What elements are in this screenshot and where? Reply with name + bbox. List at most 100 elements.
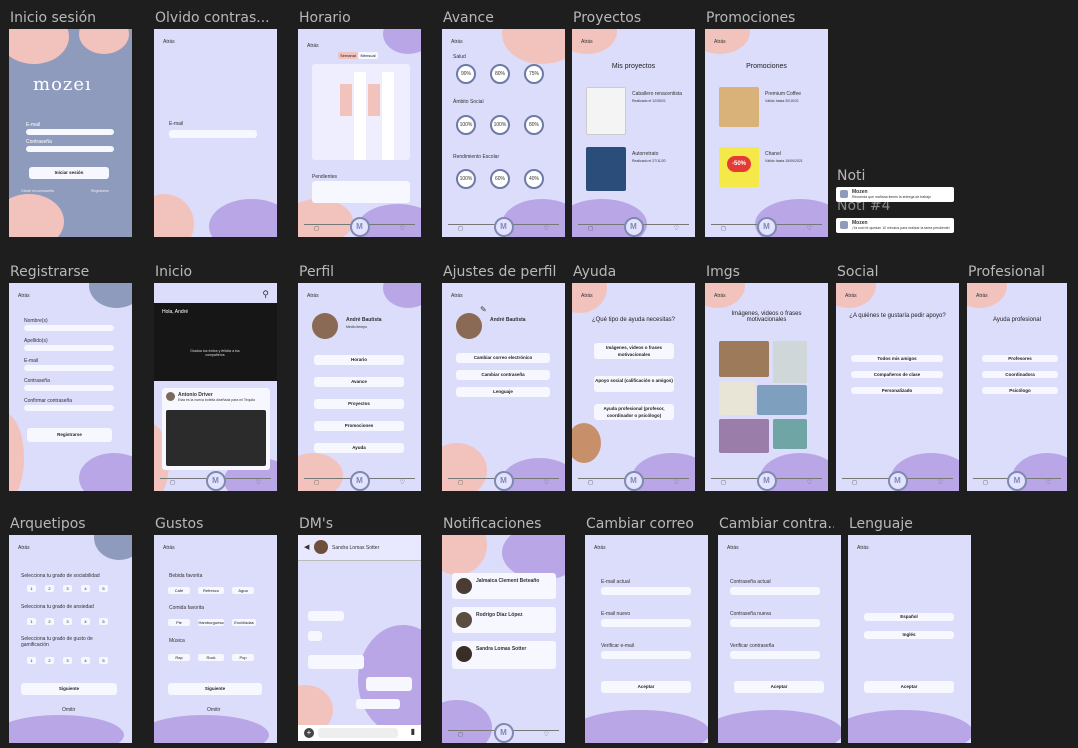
food-option[interactable]: Hamburguesa [198, 619, 224, 626]
psychologist-button[interactable]: Psicólogo [982, 387, 1058, 394]
gallery-image[interactable] [757, 385, 807, 415]
gallery-image[interactable] [773, 419, 807, 449]
rating-option[interactable]: 4 [81, 618, 90, 625]
accept-button[interactable]: Aceptar [734, 681, 824, 693]
register-button[interactable]: Registrarse [27, 428, 112, 442]
login-button[interactable]: Iniciar sesión [29, 167, 109, 179]
password-field[interactable] [24, 385, 114, 391]
rating-option[interactable]: 3 [63, 657, 72, 664]
rating-option[interactable]: 2 [45, 585, 54, 592]
back-link[interactable]: Atrás [307, 43, 319, 49]
new-email-field[interactable] [601, 619, 691, 627]
home-icon[interactable]: M [756, 471, 777, 491]
home-icon[interactable]: M [349, 471, 370, 491]
gallery-image[interactable] [773, 341, 807, 383]
tab-mensual[interactable]: Mensual [358, 52, 378, 59]
name-field[interactable] [24, 325, 114, 331]
classmates-button[interactable]: Compañeros de clase [851, 371, 943, 378]
email-field[interactable] [169, 130, 257, 138]
music-option[interactable]: Rap [168, 654, 190, 661]
rating-option[interactable]: 2 [45, 618, 54, 625]
avatar[interactable] [312, 313, 338, 339]
email-field[interactable] [26, 129, 114, 135]
heart-icon[interactable]: ♡ [674, 225, 679, 232]
back-link[interactable]: Atrás [594, 545, 606, 551]
back-link[interactable]: Atrás [727, 545, 739, 551]
next-button[interactable]: Siguiente [21, 683, 117, 695]
chat-icon[interactable]: ◻ [983, 479, 988, 486]
current-password-field[interactable] [730, 587, 820, 595]
chat-icon[interactable]: ◻ [314, 479, 319, 486]
back-link[interactable]: Atrás [163, 545, 175, 551]
back-link[interactable]: Atrás [451, 39, 463, 45]
surname-field[interactable] [24, 345, 114, 351]
home-icon[interactable]: M [623, 471, 644, 491]
rating-option[interactable]: 5 [99, 585, 108, 592]
language-button[interactable]: Lenguaje [456, 387, 550, 397]
rating-option[interactable]: 4 [81, 657, 90, 664]
drink-option[interactable]: Refresco [198, 587, 224, 594]
email-field[interactable] [24, 365, 114, 371]
home-icon[interactable]: M [756, 217, 777, 237]
heart-icon[interactable]: ♡ [674, 479, 679, 486]
password-field[interactable] [26, 146, 114, 152]
back-link[interactable]: Atrás [714, 293, 726, 299]
heart-icon[interactable]: ♡ [807, 225, 812, 232]
promo-image[interactable] [719, 87, 759, 127]
back-link[interactable]: Atrás [976, 293, 988, 299]
home-icon[interactable]: M [493, 471, 514, 491]
avance-button[interactable]: Avance [314, 377, 404, 387]
back-link[interactable]: Atrás [451, 293, 463, 299]
register-link[interactable]: Registrarse [91, 189, 109, 193]
proyectos-button[interactable]: Proyectos [314, 399, 404, 409]
current-email-field[interactable] [601, 587, 691, 595]
food-option[interactable]: Enchiladas [232, 619, 256, 626]
back-link[interactable]: Atrás [18, 293, 30, 299]
all-friends-button[interactable]: Todos mis amigos [851, 355, 943, 362]
change-email-button[interactable]: Cambiar correo electrónico [456, 353, 550, 363]
notification-item[interactable]: Sandra Lomas Sotter [452, 641, 556, 669]
project-image[interactable] [586, 87, 626, 135]
confirm-password-field[interactable] [24, 405, 114, 411]
home-icon[interactable]: M [205, 471, 226, 491]
drink-option[interactable]: Café [168, 587, 190, 594]
rating-option[interactable]: 3 [63, 618, 72, 625]
rating-option[interactable]: 1 [27, 657, 36, 664]
home-icon[interactable]: M [1007, 471, 1027, 491]
coordinator-button[interactable]: Coordinadora [982, 371, 1058, 378]
gallery-image[interactable] [719, 341, 769, 377]
avatar[interactable] [456, 313, 482, 339]
back-link[interactable]: Atrás [845, 293, 857, 299]
post-card[interactable]: Antonio Driver Esta es la nueva botella … [162, 388, 270, 470]
heart-icon[interactable]: ♡ [256, 479, 261, 486]
chat-icon[interactable]: ◻ [721, 479, 726, 486]
horario-button[interactable]: Horario [314, 355, 404, 365]
back-link[interactable]: Atrás [714, 39, 726, 45]
custom-button[interactable]: Personalizado [851, 387, 943, 394]
heart-icon[interactable]: ♡ [544, 479, 549, 486]
chat-icon[interactable]: ◻ [458, 225, 463, 232]
change-password-button[interactable]: Cambiar contraseña [456, 370, 550, 380]
chat-icon[interactable]: ◻ [458, 479, 463, 486]
notification-item[interactable]: Rodrigo Díaz López [452, 607, 556, 633]
home-icon[interactable]: M [623, 217, 644, 237]
heart-icon[interactable]: ♡ [938, 479, 943, 486]
notification-card[interactable]: Mozen Recuerda que mañana tienes la entr… [836, 187, 954, 202]
message-input[interactable] [318, 728, 398, 738]
drink-option[interactable]: Agua [232, 587, 254, 594]
social-support-button[interactable]: Apoyo social (calificación o amigos) [594, 376, 674, 392]
notification-card[interactable]: Mozen ¡Ya solo te quedan 10 minutos para… [836, 218, 954, 233]
heart-icon[interactable]: ♡ [1046, 479, 1051, 486]
back-link[interactable]: Atrás [18, 545, 30, 551]
heart-icon[interactable]: ♡ [400, 479, 405, 486]
chat-icon[interactable]: ◻ [721, 225, 726, 232]
rating-option[interactable]: 3 [63, 585, 72, 592]
chat-icon[interactable]: ◻ [170, 479, 175, 486]
home-icon[interactable]: M [493, 723, 514, 743]
music-option[interactable]: Pop [232, 654, 254, 661]
ayuda-button[interactable]: Ayuda [314, 443, 404, 453]
heart-icon[interactable]: ♡ [807, 479, 812, 486]
skip-link[interactable]: Omitir [62, 707, 75, 713]
heart-icon[interactable]: ♡ [544, 731, 549, 738]
project-image[interactable] [586, 147, 626, 191]
